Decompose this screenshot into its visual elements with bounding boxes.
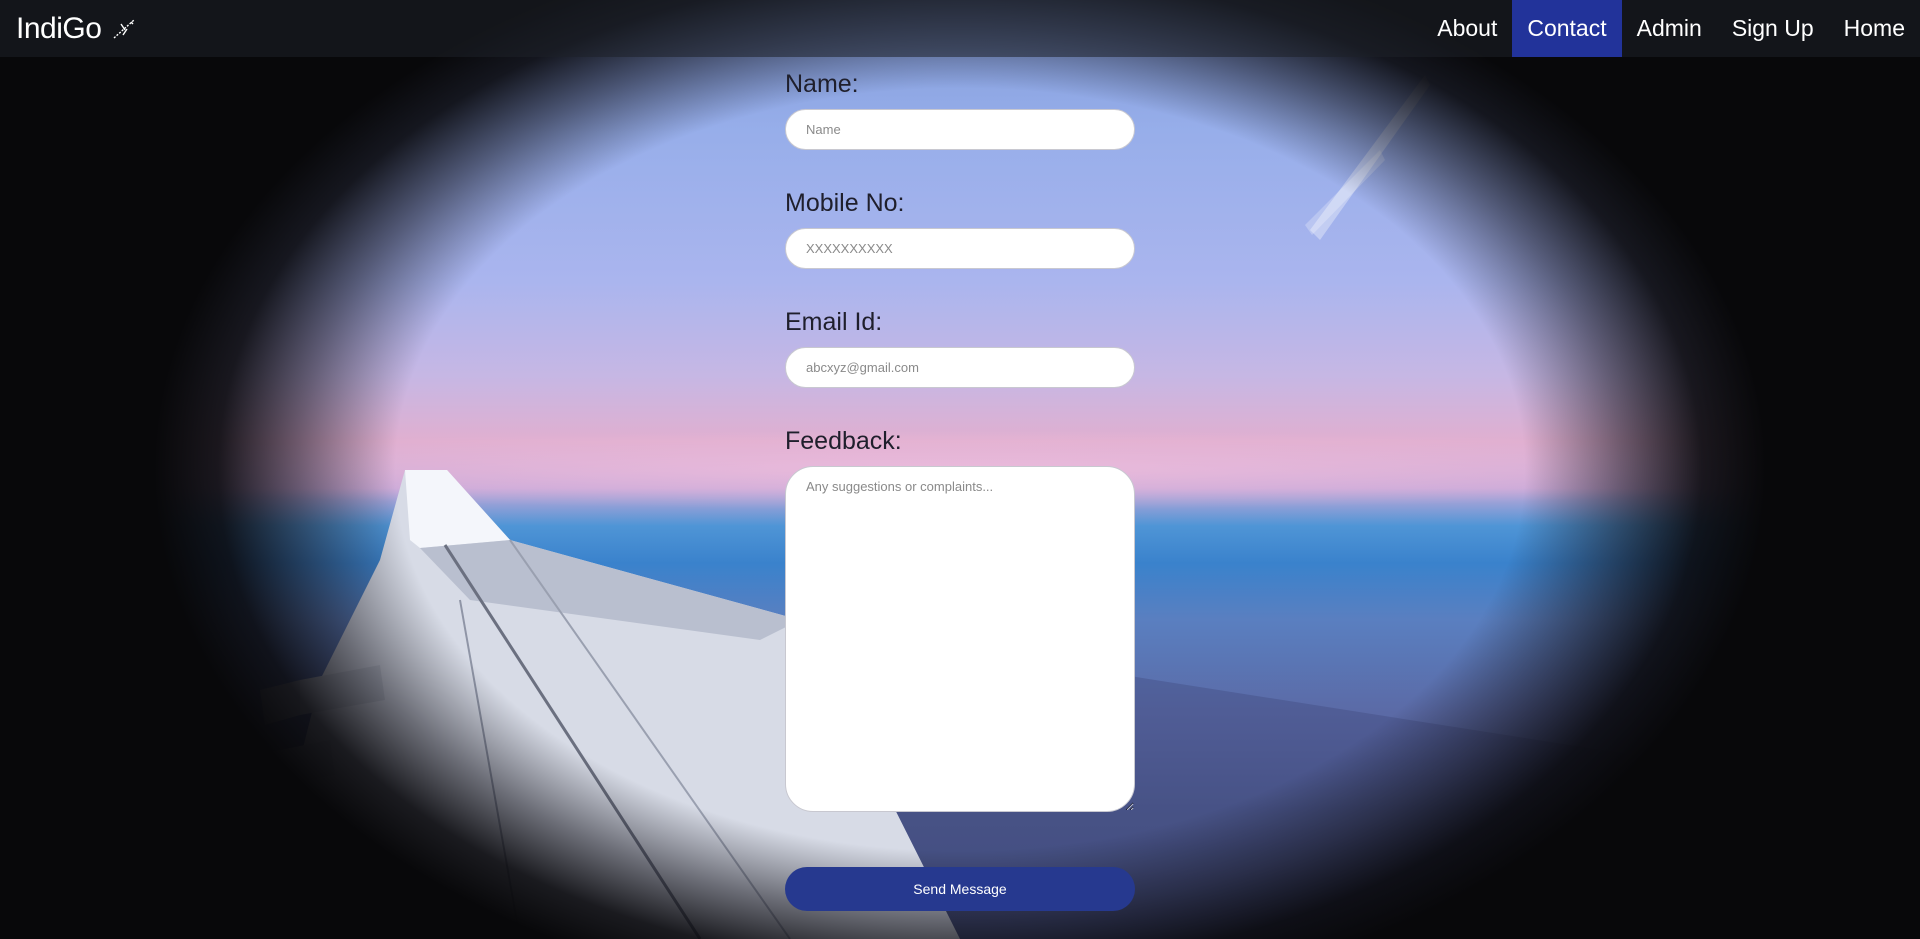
name-label: Name:	[785, 70, 859, 98]
nav-link-contact[interactable]: Contact	[1512, 0, 1622, 57]
email-input[interactable]	[785, 347, 1135, 388]
nav-link-about[interactable]: About	[1422, 0, 1512, 57]
mobile-label: Mobile No:	[785, 189, 905, 217]
mobile-input[interactable]	[785, 228, 1135, 269]
contact-form: Name: Mobile No: Email Id: Feedback: Sen…	[785, 68, 1135, 911]
email-label: Email Id:	[785, 308, 883, 336]
name-input[interactable]	[785, 109, 1135, 150]
nav-link-sign-up[interactable]: Sign Up	[1717, 0, 1829, 57]
airplane-icon	[111, 16, 137, 42]
nav-link-home[interactable]: Home	[1829, 0, 1920, 57]
name-group: Name:	[785, 68, 1135, 150]
send-message-button[interactable]: Send Message	[785, 867, 1135, 911]
brand-logo-text[interactable]: IndiGo	[16, 12, 102, 46]
email-group: Email Id:	[785, 306, 1135, 388]
brand[interactable]: IndiGo	[16, 12, 137, 46]
feedback-group: Feedback:	[785, 425, 1135, 817]
feedback-label: Feedback:	[785, 427, 902, 455]
nav-links: About Contact Admin Sign Up Home	[1422, 0, 1920, 57]
mobile-group: Mobile No:	[785, 187, 1135, 269]
top-navbar: IndiGo About Contact Admin Sign Up Home	[0, 0, 1920, 57]
nav-link-admin[interactable]: Admin	[1622, 0, 1717, 57]
feedback-textarea[interactable]	[785, 466, 1135, 812]
